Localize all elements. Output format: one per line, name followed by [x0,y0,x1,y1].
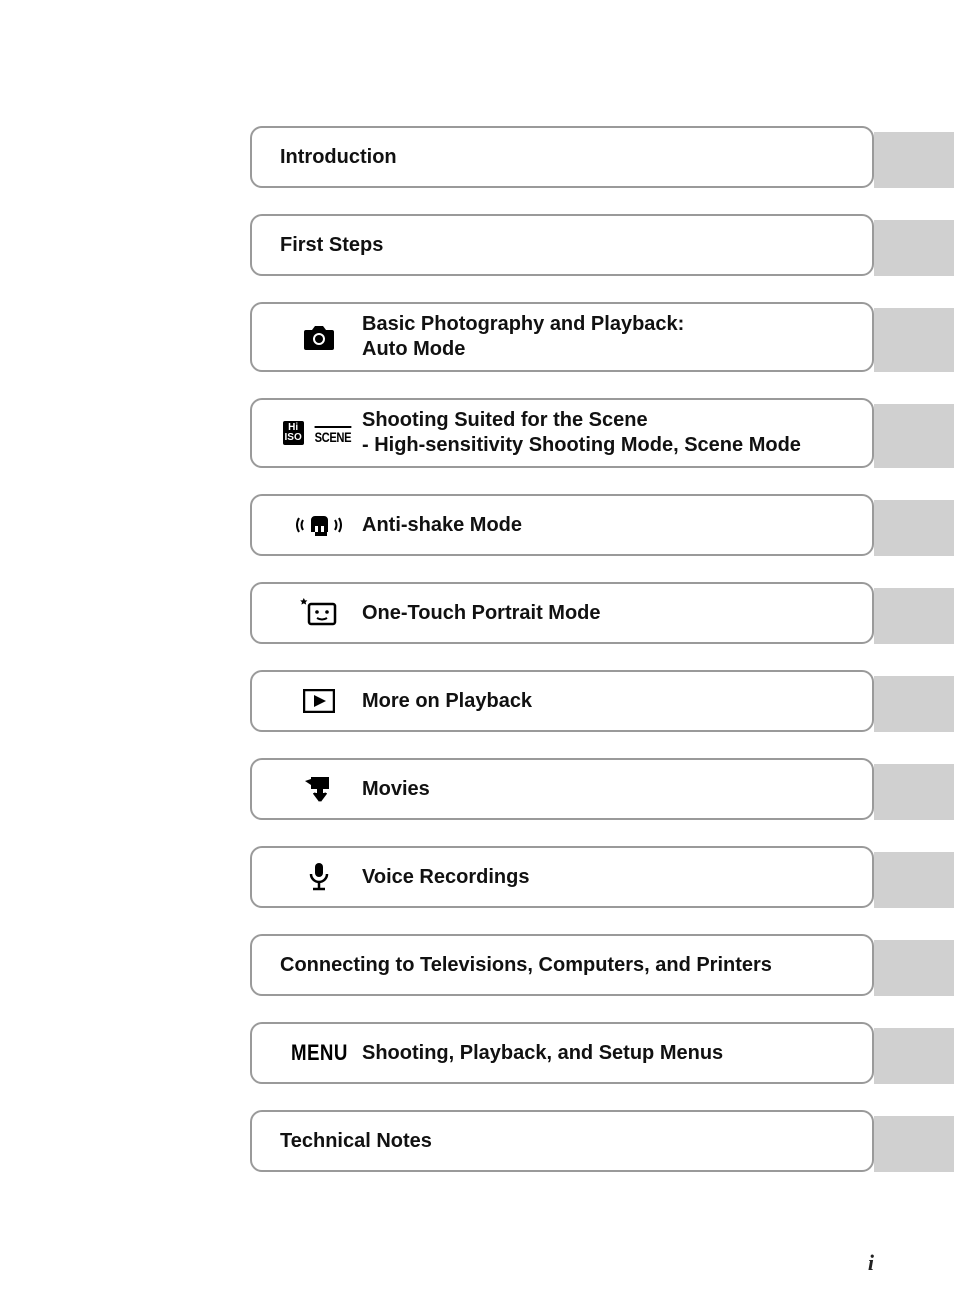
scene-word-icon: SCENE [314,426,351,445]
toc-card-introduction[interactable]: Introduction [250,126,874,188]
tab-marker [874,308,954,372]
toc-title-line2: - High-sensitivity Shooting Mode, Scene … [362,433,801,458]
camera-icon [276,324,362,350]
toc-row: Voice Recordings [250,846,954,908]
toc-row: Basic Photography and Playback: Auto Mod… [250,302,954,372]
toc-card-technical-notes[interactable]: Technical Notes [250,1110,874,1172]
toc-row: Connecting to Televisions, Computers, an… [250,934,954,996]
toc-title: Shooting Suited for the Scene - High-sen… [362,408,801,458]
toc-card-connecting[interactable]: Connecting to Televisions, Computers, an… [250,934,874,996]
tab-marker [874,852,954,908]
hi-iso-icon: HiISO [283,421,304,445]
toc-title: More on Playback [362,689,532,714]
tab-marker [874,132,954,188]
tab-marker [874,220,954,276]
toc-row: More on Playback [250,670,954,732]
toc-title-line2: Auto Mode [362,337,684,362]
toc-card-playback[interactable]: More on Playback [250,670,874,732]
toc-row: First Steps [250,214,954,276]
toc-row: Movies [250,758,954,820]
toc-title: Movies [362,777,430,802]
tab-marker [874,676,954,732]
toc-title-line1: Shooting Suited for the Scene [362,409,648,431]
tab-marker [874,764,954,820]
toc-title: Technical Notes [276,1129,432,1154]
toc-card-portrait[interactable]: One-Touch Portrait Mode [250,582,874,644]
tab-marker [874,1028,954,1084]
toc-row: One-Touch Portrait Mode [250,582,954,644]
tab-marker [874,1116,954,1172]
menu-icon: MENU [276,1040,362,1066]
toc-row: Anti-shake Mode [250,494,954,556]
tab-marker [874,404,954,468]
page-number: i [868,1250,874,1276]
toc-title: First Steps [276,233,383,258]
toc-card-menus[interactable]: MENU Shooting, Playback, and Setup Menus [250,1022,874,1084]
toc-row: Technical Notes [250,1110,954,1172]
scene-icon: HiISO SCENE [276,421,362,445]
toc-card-movies[interactable]: Movies [250,758,874,820]
toc-card-first-steps[interactable]: First Steps [250,214,874,276]
toc-title: Shooting, Playback, and Setup Menus [362,1041,723,1066]
toc-row: MENU Shooting, Playback, and Setup Menus [250,1022,954,1084]
toc-title: Basic Photography and Playback: Auto Mod… [362,312,684,362]
microphone-icon [276,862,362,892]
toc-card-voice[interactable]: Voice Recordings [250,846,874,908]
toc-row: Introduction [250,126,954,188]
toc-title: Connecting to Televisions, Computers, an… [276,953,772,978]
toc-card-scene-mode[interactable]: HiISO SCENE Shooting Suited for the Scen… [250,398,874,468]
toc-container: Introduction First Steps Basic Photograp… [250,126,954,1198]
toc-card-anti-shake[interactable]: Anti-shake Mode [250,494,874,556]
toc-card-basic-photography[interactable]: Basic Photography and Playback: Auto Mod… [250,302,874,372]
toc-title-line1: Basic Photography and Playback: [362,313,684,335]
toc-row: HiISO SCENE Shooting Suited for the Scen… [250,398,954,468]
movie-icon [276,775,362,803]
tab-marker [874,588,954,644]
tab-marker [874,940,954,996]
tab-marker [874,500,954,556]
toc-title: Introduction [276,145,397,170]
toc-title: Voice Recordings [362,865,529,890]
toc-title: One-Touch Portrait Mode [362,601,601,626]
antishake-icon [276,510,362,540]
playback-icon [276,689,362,713]
portrait-icon [276,598,362,628]
toc-title: Anti-shake Mode [362,513,522,538]
